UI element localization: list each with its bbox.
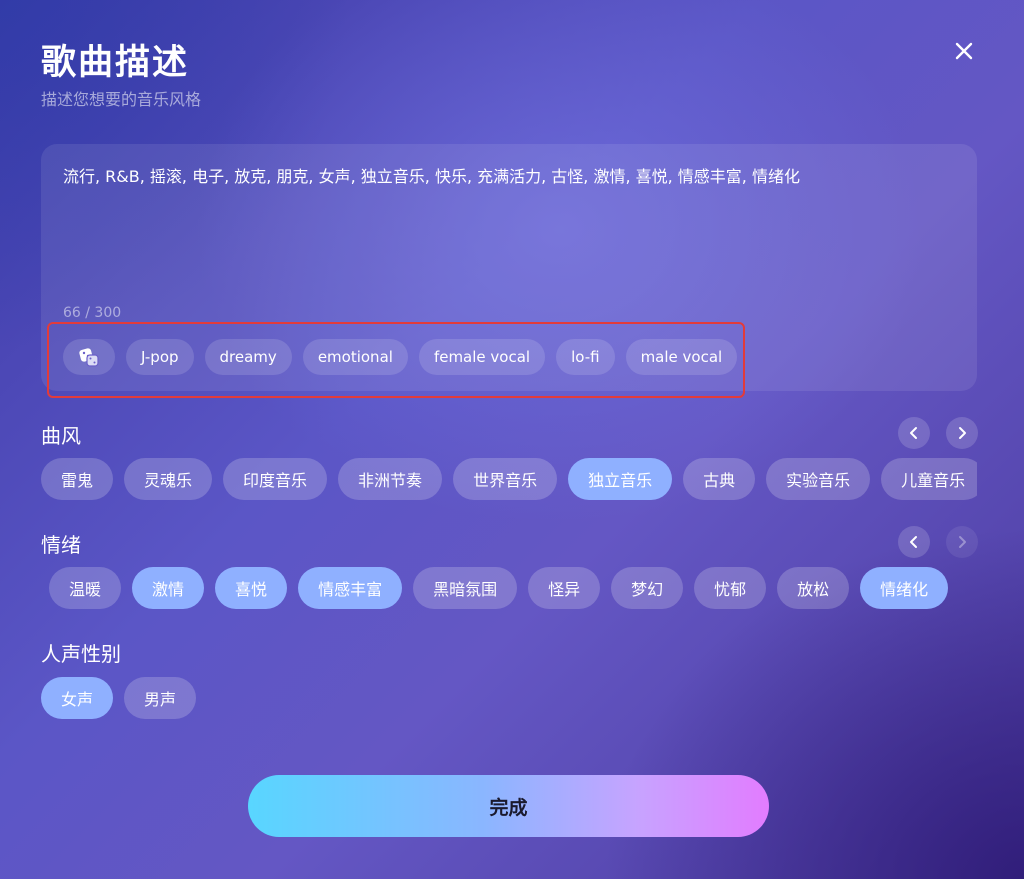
mood-chip[interactable]: 激情: [132, 567, 205, 609]
genre-chip[interactable]: 古典: [683, 458, 756, 500]
mood-chip-track: 快乐温暖激情喜悦情感丰富黑暗氛围怪异梦幻忧郁放松情绪化: [41, 567, 949, 609]
mood-chip[interactable]: 怪异: [528, 567, 601, 609]
done-button[interactable]: 完成: [248, 775, 769, 837]
genre-chip[interactable]: 世界音乐: [453, 458, 558, 500]
mood-chip[interactable]: 忧郁: [694, 567, 767, 609]
mood-chip[interactable]: 黑暗氛围: [413, 567, 518, 609]
genre-nav: [898, 417, 978, 449]
genre-next-button[interactable]: [946, 417, 978, 449]
dice-icon[interactable]: [63, 339, 115, 375]
char-count: 66 / 300: [63, 305, 122, 321]
genre-chip[interactable]: 灵魂乐: [124, 458, 213, 500]
genre-chip-track: 雷鬼 灵魂乐 印度音乐 非洲节奏 世界音乐 独立音乐 古典 实验音乐 儿童音乐: [41, 458, 977, 500]
genre-chip[interactable]: 印度音乐: [223, 458, 328, 500]
page-subtitle: 描述您想要的音乐风格: [41, 90, 202, 109]
mood-chip-row: 快乐温暖激情喜悦情感丰富黑暗氛围怪异梦幻忧郁放松情绪化: [41, 567, 977, 611]
quick-tag[interactable]: dreamy: [204, 339, 292, 375]
quick-tag[interactable]: lo-fi: [556, 339, 615, 375]
description-box[interactable]: 流行, R&B, 摇滚, 电子, 放克, 朋克, 女声, 独立音乐, 快乐, 充…: [41, 144, 977, 398]
mood-chip[interactable]: 温暖: [49, 567, 122, 609]
genre-chip[interactable]: 实验音乐: [766, 458, 871, 500]
genre-chip[interactable]: 非洲节奏: [338, 458, 443, 500]
chevron-left-icon: [910, 536, 917, 548]
vocal-section-title: 人声性别: [41, 642, 121, 666]
chevron-right-icon: [959, 536, 966, 548]
quick-tags-highlight: J-pop dreamy emotional female vocal lo-f…: [47, 322, 745, 398]
mood-chip[interactable]: 喜悦: [215, 567, 288, 609]
mood-nav: [898, 526, 978, 558]
vocal-chip-track: 女声 男声: [41, 677, 197, 719]
close-icon[interactable]: [950, 37, 978, 65]
genre-chip-row: 雷鬼 灵魂乐 印度音乐 非洲节奏 世界音乐 独立音乐 古典 实验音乐 儿童音乐: [41, 458, 977, 502]
page-title: 歌曲描述: [41, 43, 190, 83]
mood-prev-button[interactable]: [898, 526, 930, 558]
genre-chip[interactable]: 雷鬼: [41, 458, 114, 500]
quick-tag[interactable]: J-pop: [126, 339, 194, 375]
mood-section-title: 情绪: [41, 533, 81, 557]
chevron-left-icon: [910, 427, 917, 439]
quick-tag[interactable]: emotional: [302, 339, 408, 375]
genre-prev-button[interactable]: [898, 417, 930, 449]
mood-chip[interactable]: 情绪化: [860, 567, 949, 609]
quick-tag[interactable]: female vocal: [418, 339, 546, 375]
mood-next-button[interactable]: [946, 526, 978, 558]
genre-chip[interactable]: 儿童音乐: [881, 458, 977, 500]
mood-chip[interactable]: 情感丰富: [298, 567, 403, 609]
vocal-chip-row: 女声 男声: [41, 677, 977, 721]
genre-section-title: 曲风: [41, 424, 81, 448]
mood-chip[interactable]: 放松: [777, 567, 850, 609]
vocal-chip[interactable]: 女声: [41, 677, 114, 719]
chevron-right-icon: [959, 427, 966, 439]
mood-chip[interactable]: 梦幻: [611, 567, 684, 609]
vocal-chip[interactable]: 男声: [124, 677, 197, 719]
quick-tag[interactable]: male vocal: [625, 339, 738, 375]
description-text[interactable]: 流行, R&B, 摇滚, 电子, 放克, 朋克, 女声, 独立音乐, 快乐, 充…: [63, 165, 955, 189]
genre-chip[interactable]: 独立音乐: [568, 458, 673, 500]
